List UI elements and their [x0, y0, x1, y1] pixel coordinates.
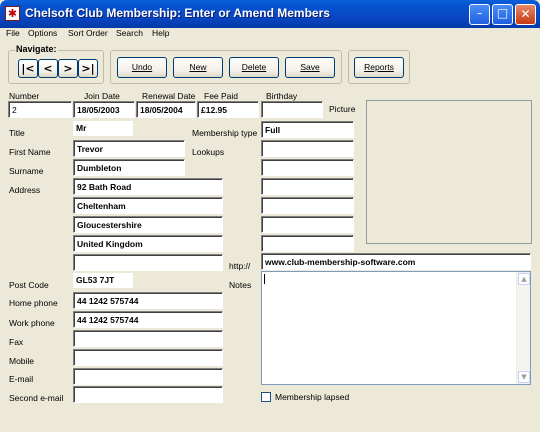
work-phone-field[interactable]: 44 1242 575744: [73, 311, 223, 328]
address-line-1-field[interactable]: 92 Bath Road: [73, 178, 223, 195]
birthday-field[interactable]: [261, 101, 323, 118]
scroll-down-icon[interactable]: ▼: [518, 371, 530, 383]
notes-label: Notes: [229, 280, 252, 290]
http-label: http://: [229, 261, 251, 271]
number-label: Number: [9, 91, 40, 101]
membership-lapsed-checkbox[interactable]: [261, 392, 271, 402]
notes-scrollbar[interactable]: ▲ ▼: [516, 272, 530, 384]
birthday-label: Birthday: [266, 91, 298, 101]
picture-box[interactable]: [366, 100, 532, 244]
lookup-field-4[interactable]: [261, 197, 354, 214]
mobile-field[interactable]: [73, 349, 223, 366]
menu-help[interactable]: Help: [152, 28, 169, 38]
address-line-4-field[interactable]: United Kingdom: [73, 235, 223, 252]
last-record-button[interactable]: >|: [78, 59, 98, 78]
minimize-icon[interactable]: _: [469, 4, 490, 25]
address-line-2-field[interactable]: Cheltenham: [73, 197, 223, 214]
second-email-field[interactable]: [73, 386, 223, 403]
email-field[interactable]: [73, 368, 223, 385]
new-button[interactable]: New: [173, 57, 223, 78]
membership-type-field[interactable]: Full: [261, 121, 354, 138]
save-button[interactable]: Save: [285, 57, 335, 78]
title-bar[interactable]: ✱ Chelsoft Club Membership: Enter or Ame…: [0, 0, 540, 28]
title-label: Title: [9, 128, 25, 138]
first-record-button[interactable]: |<: [18, 59, 38, 78]
lookup-field-5[interactable]: [261, 216, 354, 233]
membership-lapsed-label[interactable]: Membership lapsed: [275, 392, 349, 402]
number-field[interactable]: 2: [8, 101, 72, 118]
next-record-button[interactable]: >: [58, 59, 78, 78]
home-phone-label: Home phone: [9, 298, 58, 308]
join-date-field[interactable]: 18/05/2003: [73, 101, 135, 118]
lookup-field-6[interactable]: [261, 235, 354, 252]
text-caret: [264, 274, 265, 284]
email-label: E-mail: [9, 374, 34, 384]
surname-field[interactable]: Dumbleton: [73, 159, 185, 176]
address-line-3-field[interactable]: Gloucestershire: [73, 216, 223, 233]
menu-search[interactable]: Search: [116, 28, 143, 38]
app-icon[interactable]: ✱: [5, 6, 20, 21]
close-icon[interactable]: ✕: [515, 4, 536, 25]
join-date-label: Join Date: [84, 91, 120, 101]
renewal-date-label: Renewal Date: [142, 91, 196, 101]
first-name-label: First Name: [9, 147, 51, 157]
fax-label: Fax: [9, 337, 24, 347]
address-label: Address: [9, 185, 41, 195]
mobile-label: Mobile: [9, 356, 35, 366]
window-title: Chelsoft Club Membership: Enter or Amend…: [25, 6, 330, 20]
undo-button[interactable]: Undo: [117, 57, 167, 78]
maximize-icon[interactable]: □: [492, 4, 513, 25]
picture-label: Picture: [329, 104, 356, 114]
navigate-legend: Navigate:: [15, 44, 58, 54]
fee-paid-label: Fee Paid: [204, 91, 239, 101]
home-phone-field[interactable]: 44 1242 575744: [73, 292, 223, 309]
fee-paid-field[interactable]: £12.95: [197, 101, 259, 118]
website-field[interactable]: www.club-membership-software.com: [261, 253, 531, 270]
second-email-label: Second e-mail: [9, 393, 64, 403]
post-code-label: Post Code: [9, 280, 49, 290]
lookups-label: Lookups: [192, 147, 225, 157]
lookup-field-3[interactable]: [261, 178, 354, 195]
menu-sort-order[interactable]: Sort Order: [68, 28, 108, 38]
title-field[interactable]: Mr: [73, 121, 133, 136]
surname-label: Surname: [9, 166, 44, 176]
work-phone-label: Work phone: [9, 318, 55, 328]
menu-bar: File Options Sort Order Search Help: [0, 28, 540, 40]
first-name-field[interactable]: Trevor: [73, 140, 185, 157]
fax-field[interactable]: [73, 330, 223, 347]
scroll-up-icon[interactable]: ▲: [518, 273, 530, 285]
post-code-field[interactable]: GL53 7JT: [73, 273, 133, 288]
menu-options[interactable]: Options: [28, 28, 57, 38]
lookup-field-1[interactable]: [261, 140, 354, 157]
menu-file[interactable]: File: [6, 28, 20, 38]
renewal-date-field[interactable]: 18/05/2004: [136, 101, 196, 118]
address-line-5-field[interactable]: [73, 254, 223, 271]
previous-record-button[interactable]: <: [38, 59, 58, 78]
membership-type-label: Membership type: [192, 128, 258, 138]
lookup-field-2[interactable]: [261, 159, 354, 176]
reports-button[interactable]: Reports: [354, 57, 404, 78]
notes-textarea[interactable]: ▲ ▼: [261, 271, 531, 385]
delete-button[interactable]: Delete: [229, 57, 279, 78]
